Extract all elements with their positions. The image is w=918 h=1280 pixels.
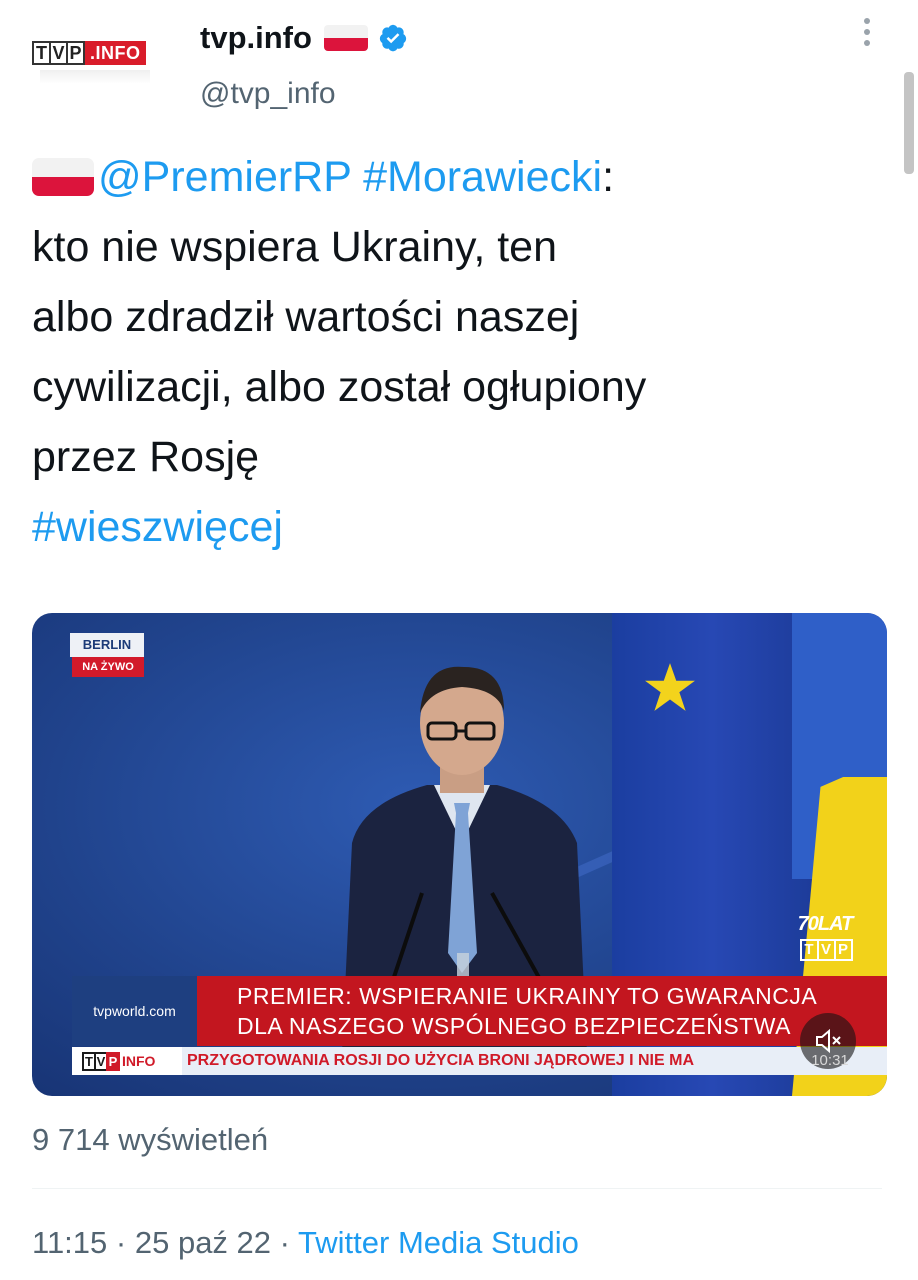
tweet-line: cywilizacji, albo został ogłupiony <box>32 363 647 411</box>
avatar[interactable]: T V P .INFO <box>32 30 168 92</box>
scrollbar[interactable] <box>904 72 914 174</box>
hashtag-link[interactable]: #wieszwięcej <box>32 503 283 551</box>
site-label: tvpworld.com <box>72 976 197 1046</box>
author-name-row[interactable]: tvp.info <box>200 16 408 60</box>
headline-line: DLA NASZEGO WSPÓLNEGO BEZPIECZEŃSTWA <box>237 1013 791 1039</box>
lower-third: tvpworld.com PREMIER: WSPIERANIE UKRAINY… <box>72 976 887 1046</box>
more-options-icon[interactable] <box>860 18 874 52</box>
view-count: 9 714 wyświetleń <box>32 1122 269 1157</box>
display-name[interactable]: tvp.info <box>200 18 312 58</box>
tweet-meta: 11:15 · 25 paź 22 · Twitter Media Studio <box>32 1223 579 1263</box>
mention-link[interactable]: @PremierRP <box>98 153 351 201</box>
video-player[interactable]: BERLIN NA ŻYWO 70LAT T V P tvpworld.com … <box>32 613 887 1096</box>
live-badge: NA ŻYWO <box>72 657 144 677</box>
tweet-text: @PremierRP #Morawiecki: kto nie wspiera … <box>32 142 892 562</box>
tweet-date[interactable]: 25 paź 22 <box>135 1225 271 1260</box>
headline: PREMIER: WSPIERANIE UKRAINY TO GWARANCJA… <box>197 976 887 1046</box>
logo-letter: P <box>106 1051 120 1071</box>
logo-suffix: INFO <box>122 1052 156 1069</box>
verified-badge-icon <box>378 23 408 53</box>
divider <box>32 1188 882 1189</box>
source-link[interactable]: Twitter Media Studio <box>298 1225 579 1260</box>
news-ticker: TVP INFO PRZYGOTOWANIA ROSJI DO UŻYCIA B… <box>72 1047 887 1075</box>
poland-flag-icon <box>323 25 368 51</box>
tweet-line-1: @PremierRP #Morawiecki: <box>32 142 892 212</box>
logo-letter: P <box>833 939 853 961</box>
hashtag-link[interactable]: #Morawiecki <box>363 153 602 201</box>
video-duration: 10:31 <box>811 1052 849 1069</box>
tvp-70-years-logo: 70LAT T V P <box>790 913 860 967</box>
user-handle[interactable]: @tvp_info <box>200 74 336 114</box>
tweet-line: przez Rosję <box>32 433 260 481</box>
meta-separator: · <box>115 1225 127 1260</box>
ticker-text: PRZYGOTOWANIA ROSJI DO UŻYCIA BRONI JĄDR… <box>187 1052 694 1069</box>
location-badge: BERLIN <box>70 633 144 657</box>
tweet-line: albo zdradził wartości naszej <box>32 293 580 341</box>
headline-line: PREMIER: WSPIERANIE UKRAINY TO GWARANCJA <box>237 983 818 1009</box>
tvp-info-logo: T V P .INFO <box>32 40 146 66</box>
logo-suffix: .INFO <box>85 41 146 65</box>
logo-letter: P <box>66 41 85 65</box>
tweet-colon: : <box>602 153 615 201</box>
eu-star-icon <box>645 663 695 711</box>
tvp-info-ticker-logo: TVP INFO <box>72 1047 182 1075</box>
tweet-line: kto nie wspiera Ukrainy, ten <box>32 223 557 271</box>
tweet-time[interactable]: 11:15 <box>32 1225 107 1260</box>
meta-separator: · <box>279 1225 290 1260</box>
anniversary-text: 70LAT <box>797 913 854 935</box>
logo-reflection <box>40 70 150 84</box>
poland-flag-icon <box>32 158 94 196</box>
